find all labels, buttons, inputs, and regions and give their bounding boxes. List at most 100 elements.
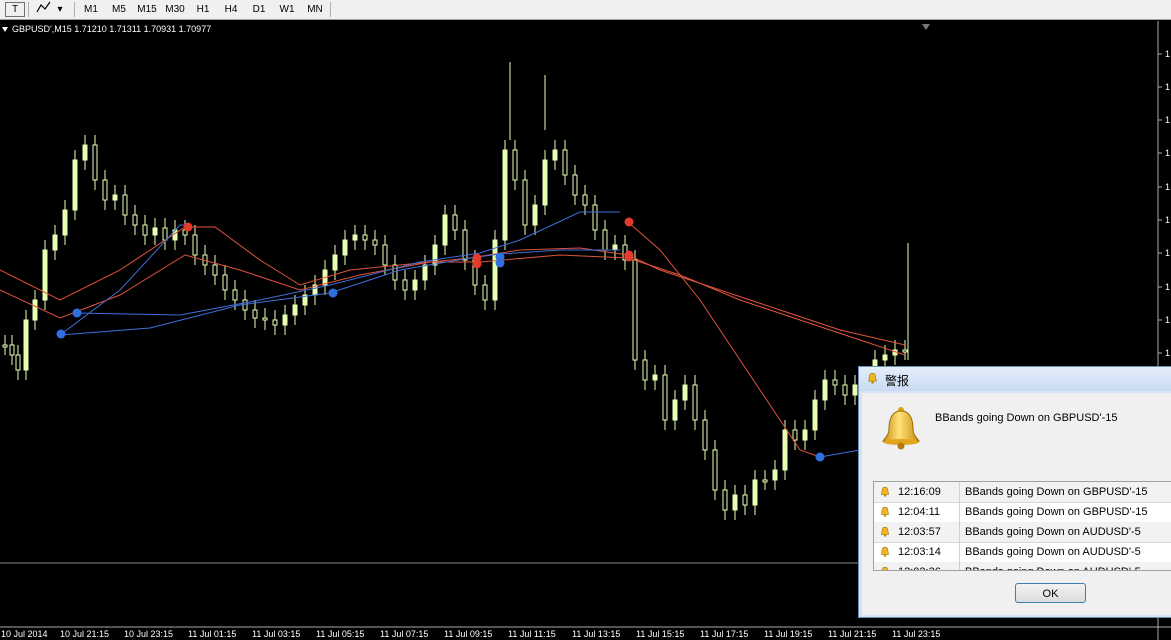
candle-body (542, 159, 548, 206)
alert-dialog: 警报 BBands going Down on GBPUSD'-15 12:16… (858, 366, 1171, 618)
candle-body (262, 317, 268, 321)
alert-list-row[interactable]: 12:02:36 BBands going Down on AUDUSD'-5 (874, 562, 1171, 570)
time-axis: 10 Jul 2014 10 Jul 21:15 10 Jul 23:15 11 Ju… (0, 628, 1171, 640)
price-scale-label: 1 (1165, 182, 1170, 192)
price-scale-label: 1 (1165, 348, 1170, 358)
candle-body (162, 227, 168, 241)
shift-marker-icon (922, 24, 930, 30)
candle-body (412, 279, 418, 291)
candle-body (792, 429, 798, 441)
candle-body (742, 494, 748, 506)
candle-body (812, 399, 818, 431)
bell-icon (881, 546, 889, 557)
candle-body (2, 344, 8, 348)
bell-icon (868, 372, 877, 384)
time-axis-label: 10 Jul 23:15 (124, 629, 174, 639)
candle-body (572, 174, 578, 196)
candle-body (532, 204, 538, 226)
candle-body (112, 194, 118, 201)
alert-list-row[interactable]: 12:03:14 BBands going Down on AUDUSD'-5 (874, 542, 1171, 563)
column-separator (959, 502, 960, 522)
candle-body (142, 224, 148, 236)
signal-marker-blue (56, 329, 66, 339)
candle-body (32, 299, 38, 321)
candle-body (762, 479, 768, 483)
alert-list-row[interactable]: 12:04:11 BBands going Down on GBPUSD'-15 (874, 502, 1171, 523)
alert-time: 12:04:11 (898, 506, 941, 518)
alert-text: BBands going Down on AUDUSD'-5 (965, 526, 1141, 538)
candle-body (902, 349, 908, 353)
alert-text: BBands going Down on GBPUSD'-15 (965, 486, 1148, 498)
signal-marker-blue (328, 288, 338, 298)
signal-marker-red (472, 259, 482, 269)
candle-body (252, 309, 258, 319)
time-axis-label: 11 Jul 19:15 (764, 629, 813, 639)
collapse-triangle-icon[interactable] (2, 27, 8, 33)
column-separator (959, 482, 960, 502)
candle-body (92, 144, 98, 181)
time-axis-label: 11 Jul 15:15 (636, 629, 685, 639)
signal-marker-blue (815, 452, 825, 462)
candle-body (722, 489, 728, 511)
candle-body (52, 234, 58, 251)
ok-button[interactable]: OK (1015, 583, 1086, 603)
candle-body (192, 234, 198, 256)
candle-body (502, 149, 508, 241)
alert-history-list[interactable]: 12:16:09 BBands going Down on GBPUSD'-15 1… (873, 481, 1171, 571)
candle-body (842, 384, 848, 396)
candle-body (652, 374, 658, 381)
alert-list-row[interactable]: 12:16:09 BBands going Down on GBPUSD'-15 (874, 482, 1171, 503)
candle-body (232, 289, 238, 301)
candle-body (72, 159, 78, 211)
candle-body (882, 354, 888, 361)
dialog-titlebar[interactable]: 警报 (859, 367, 1171, 391)
price-scale-label: 1 (1165, 282, 1170, 292)
candle-body (372, 239, 378, 246)
alert-bell-icon (882, 407, 920, 450)
candle-body (422, 264, 428, 281)
candle-body (832, 379, 838, 386)
bell-icon (881, 566, 889, 570)
alert-text: BBands going Down on AUDUSD'-5 (965, 546, 1141, 558)
candle-body (822, 379, 828, 401)
candle-body (9, 344, 15, 356)
signal-marker-blue (495, 258, 505, 268)
time-axis-label: 11 Jul 13:15 (572, 629, 621, 639)
candle-body (582, 194, 588, 206)
time-axis-label: 10 Jul 21:15 (60, 629, 110, 639)
candle-body (672, 399, 678, 421)
candle-body (23, 319, 29, 371)
candle-body (772, 469, 778, 481)
candle-body (602, 229, 608, 251)
candle-body (272, 319, 278, 326)
time-axis-label: 11 Jul 11:15 (508, 629, 556, 639)
candle-body (632, 259, 638, 361)
dialog-title: 警报 (885, 374, 910, 388)
candle-body (642, 359, 648, 381)
candle-body (592, 204, 598, 231)
price-scale-label: 1 (1165, 82, 1170, 92)
candle-body (122, 194, 128, 216)
time-axis-label: 11 Jul 17:15 (700, 629, 749, 639)
upper-band-line-2 (0, 254, 906, 356)
upper-band-line (0, 226, 906, 346)
lower-band-line-4 (819, 449, 861, 458)
symbol-quote-text: GBPUSD',M15 1.71210 1.71311 1.70931 1.70… (12, 24, 212, 34)
alert-list-row[interactable]: 12:03:57 BBands going Down on AUDUSD'-5 (874, 522, 1171, 543)
time-axis-label: 11 Jul 01:15 (188, 629, 237, 639)
candle-body (802, 429, 808, 441)
alert-text: BBands going Down on GBPUSD'-15 (965, 506, 1148, 518)
bell-icon (881, 526, 889, 537)
candle-body (752, 479, 758, 506)
alert-time: 12:16:09 (898, 486, 941, 498)
candle-body (692, 384, 698, 421)
signal-marker-blue (72, 308, 82, 318)
time-axis-label: 10 Jul 2014 (1, 629, 48, 639)
candle-body (152, 227, 158, 236)
lower-band-line (59, 224, 185, 336)
candle-body (332, 254, 338, 271)
alert-time: 12:02:36 (898, 562, 941, 570)
candle-body (132, 214, 138, 226)
column-separator (959, 522, 960, 542)
candle-body (562, 149, 568, 176)
